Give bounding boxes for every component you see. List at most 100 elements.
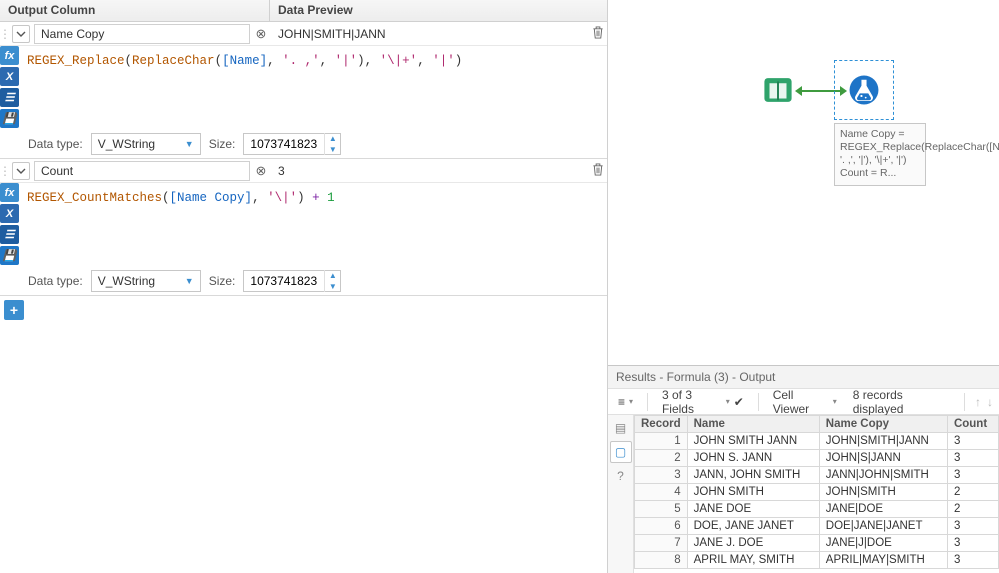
table-row[interactable]: 4JOHN SMITHJOHN|SMITH2 [635,484,999,501]
drag-handle-icon[interactable]: ⋮ [0,27,10,41]
add-expression-button[interactable]: + [4,300,24,320]
table-row[interactable]: 7JANE J. DOEJANE|J|DOE3 [635,535,999,552]
table-view-icon[interactable]: ▤ [610,417,632,439]
cell[interactable]: JOHN SMITH JANN [687,433,819,450]
table-row[interactable]: 5JANE DOEJANE|DOE2 [635,501,999,518]
size-stepper[interactable]: ▲▼ [243,270,341,292]
size-input[interactable] [244,274,324,288]
header-data-preview: Data Preview [270,0,607,21]
actions-menu-icon[interactable]: ≡▾ [614,393,637,411]
cell[interactable]: 3 [947,518,998,535]
cell-viewer-toggle[interactable]: Cell Viewer ▾ [769,386,841,418]
clear-column-icon[interactable]: ⊗ [252,26,270,42]
fx-functions-icon[interactable]: fx [0,183,19,202]
cell[interactable]: 5 [635,501,688,518]
metadata-view-icon[interactable]: ▢ [610,441,632,463]
cell[interactable]: JOHN|SMITH|JANN [819,433,947,450]
size-label: Size: [209,274,236,288]
cell[interactable]: JANE J. DOE [687,535,819,552]
cell[interactable]: 3 [947,535,998,552]
clear-column-icon[interactable]: ⊗ [252,163,270,179]
step-down-icon[interactable]: ▼ [325,144,340,155]
cell[interactable]: JANN, JOHN SMITH [687,467,819,484]
right-pane: Name Copy = REGEX_Replace(ReplaceChar([N… [608,0,999,573]
results-toolbar: ≡▾ 3 of 3 Fields ▾ ✔ Cell Viewer ▾ 8 rec… [608,389,999,415]
save-expression-icon[interactable]: 💾 [0,246,19,265]
cell[interactable]: JANE|J|DOE [819,535,947,552]
table-row[interactable]: 2JOHN S. JANNJOHN|S|JANN3 [635,450,999,467]
table-row[interactable]: 1JOHN SMITH JANNJOHN|SMITH|JANN3 [635,433,999,450]
formula-config-panel: Output Column Data Preview ⋮ Name Copy ⊗… [0,0,608,573]
columns-browser-icon[interactable]: ☰ [0,225,19,244]
column-header[interactable]: Count [947,416,998,433]
drag-handle-icon[interactable]: ⋮ [0,164,10,178]
cell[interactable]: 8 [635,552,688,569]
cell[interactable]: 3 [635,467,688,484]
delete-expression-icon[interactable] [589,26,607,42]
cell[interactable]: 2 [947,501,998,518]
step-up-icon[interactable]: ▲ [325,133,340,144]
size-input[interactable] [244,137,324,151]
datatype-select[interactable]: V_WString▼ [91,270,201,292]
expression-editor[interactable]: REGEX_Replace(ReplaceChar([Name], '. ,',… [19,46,607,130]
workflow-canvas[interactable]: Name Copy = REGEX_Replace(ReplaceChar([N… [608,0,999,365]
x-variables-icon[interactable]: X [0,204,19,223]
column-header[interactable]: Name Copy [819,416,947,433]
help-icon[interactable]: ? [610,465,632,487]
cell[interactable]: DOE|JANE|JANET [819,518,947,535]
cell[interactable]: JOHN|S|JANN [819,450,947,467]
cell[interactable]: 3 [947,467,998,484]
datatype-select[interactable]: V_WString▼ [91,133,201,155]
cell[interactable]: JANN|JOHN|SMITH [819,467,947,484]
cell[interactable]: JOHN SMITH [687,484,819,501]
results-side-tabs: ▤ ▢ ? [608,415,634,573]
cell[interactable]: JANE|DOE [819,501,947,518]
output-column-input[interactable]: Count [34,161,250,181]
size-stepper[interactable]: ▲▼ [243,133,341,155]
table-row[interactable]: 3JANN, JOHN SMITHJANN|JOHN|SMITH3 [635,467,999,484]
column-header[interactable]: Record [635,416,688,433]
cell[interactable]: APRIL MAY, SMITH [687,552,819,569]
cell[interactable]: 2 [947,484,998,501]
cell[interactable]: 7 [635,535,688,552]
table-row[interactable]: 6DOE, JANE JANETDOE|JANE|JANET3 [635,518,999,535]
results-grid[interactable]: RecordNameName CopyCount 1JOHN SMITH JAN… [634,415,999,573]
cell[interactable]: 2 [635,450,688,467]
cell[interactable]: 6 [635,518,688,535]
datatype-label: Data type: [28,274,83,288]
chevron-down-icon: ▼ [185,139,194,149]
formula-tool-icon[interactable] [844,70,884,110]
cell[interactable]: 3 [947,450,998,467]
delete-expression-icon[interactable] [589,163,607,179]
output-column-input[interactable]: Name Copy [34,24,250,44]
cell[interactable]: 4 [635,484,688,501]
chevron-down-icon: ▼ [185,276,194,286]
nav-up-icon[interactable]: ↑ [975,395,981,409]
save-expression-icon[interactable]: 💾 [0,109,19,128]
cell[interactable]: DOE, JANE JANET [687,518,819,535]
table-row[interactable]: 8APRIL MAY, SMITHAPRIL|MAY|SMITH3 [635,552,999,569]
expression-editor[interactable]: REGEX_CountMatches([Name Copy], '\|') + … [19,183,607,267]
step-up-icon[interactable]: ▲ [325,270,340,281]
input-data-tool-icon[interactable] [758,70,798,110]
cell[interactable]: JANE DOE [687,501,819,518]
column-header[interactable]: Name [687,416,819,433]
x-variables-icon[interactable]: X [0,67,19,86]
cell[interactable]: APRIL|MAY|SMITH [819,552,947,569]
expression-block-2: ⋮ Count ⊗ 3 fx X ☰ 💾 REGEX_CountMatches(… [0,159,607,296]
columns-browser-icon[interactable]: ☰ [0,88,19,107]
config-header: Output Column Data Preview [0,0,607,22]
step-down-icon[interactable]: ▼ [325,281,340,292]
cell[interactable]: 3 [947,433,998,450]
datatype-label: Data type: [28,137,83,151]
cell[interactable]: 1 [635,433,688,450]
cell[interactable]: 3 [947,552,998,569]
cell[interactable]: JOHN|SMITH [819,484,947,501]
data-preview-value: JOHN|SMITH|JANN [270,25,589,43]
collapse-toggle[interactable] [12,162,30,180]
nav-down-icon[interactable]: ↓ [987,395,993,409]
fields-picker[interactable]: 3 of 3 Fields ▾ ✔ [658,386,748,418]
collapse-toggle[interactable] [12,25,30,43]
fx-functions-icon[interactable]: fx [0,46,19,65]
cell[interactable]: JOHN S. JANN [687,450,819,467]
